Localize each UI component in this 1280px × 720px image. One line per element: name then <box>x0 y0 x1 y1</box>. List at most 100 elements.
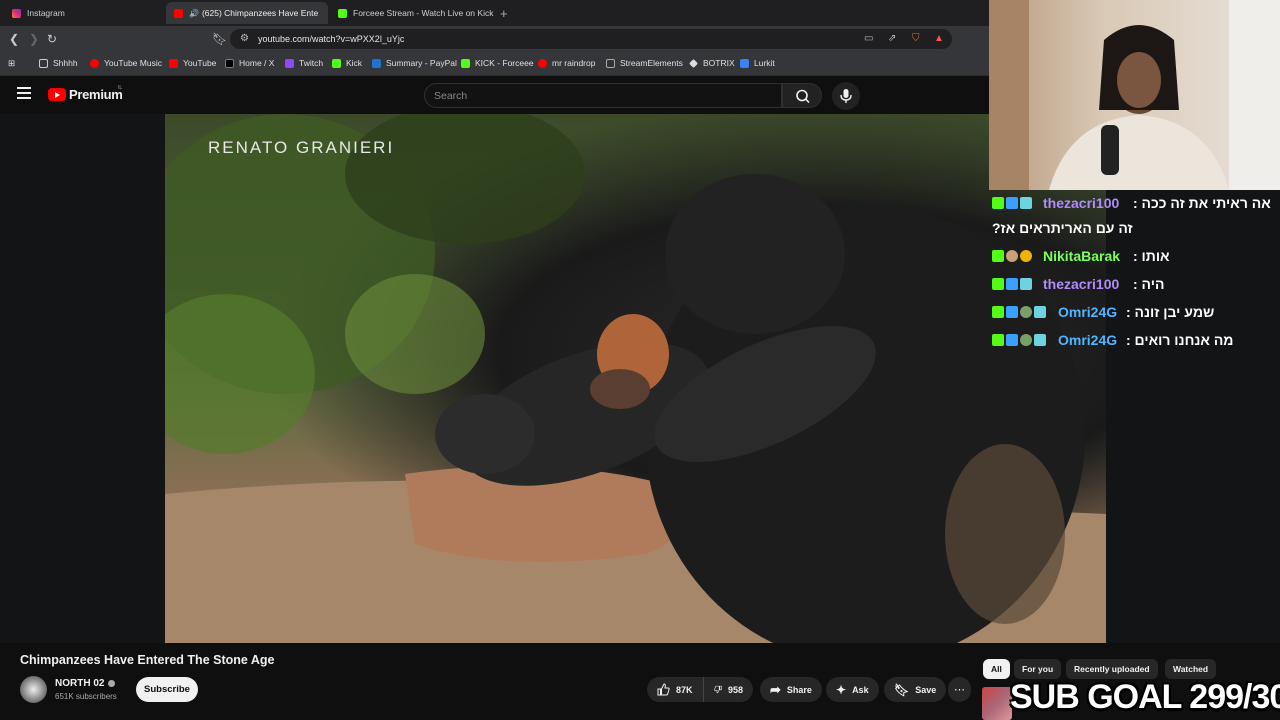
chat-text: שמע יבן זונה : <box>1126 304 1215 320</box>
streamelements-icon <box>606 58 615 68</box>
tab-title: (625) Chimpanzees Have Ente <box>201 8 319 18</box>
thumbs-up-icon <box>657 683 670 696</box>
apps-icon[interactable]: ⊞ <box>8 58 15 69</box>
search-button[interactable] <box>782 83 822 108</box>
like-button[interactable]: 87K <box>647 677 703 702</box>
ask-button[interactable]: ✦ Ask <box>826 677 879 702</box>
channel-avatar[interactable] <box>20 676 47 703</box>
chat-badges <box>992 278 1032 290</box>
bookmark-label: YouTube Music <box>104 58 162 68</box>
share-page-icon[interactable]: ⇗ <box>888 33 896 44</box>
chip-recently-uploaded[interactable]: Recently uploaded <box>1066 659 1158 679</box>
chat-text: היה : <box>1133 276 1165 292</box>
ask-label: Ask <box>852 684 869 695</box>
kick-badge-icon <box>992 306 1004 318</box>
bookmark-label: Home / X <box>239 58 275 68</box>
bookmark-mr-raindrop[interactable]: mr raindrop <box>538 58 595 68</box>
chip-for-you[interactable]: For you <box>1014 659 1062 679</box>
chat-badges <box>992 306 1046 318</box>
tab-instagram[interactable]: Instagram <box>4 2 164 24</box>
tab-title: Instagram <box>27 8 65 18</box>
bookmark-youtube-music[interactable]: YouTube Music <box>90 58 162 68</box>
moderator-badge-icon <box>1006 334 1018 346</box>
chat-username: Omri24G <box>1058 332 1118 348</box>
brave-shield-icon[interactable]: ⛉ <box>912 33 920 44</box>
emoji-badge-icon <box>1006 250 1018 262</box>
instagram-icon <box>12 8 21 18</box>
share-label: Share <box>786 684 812 695</box>
chat-text: זה עם האריתראים אז? <box>992 220 1133 236</box>
bookmark-x[interactable]: Home / X <box>225 58 274 68</box>
chat-username: thezacri100 <box>1043 276 1120 292</box>
search-box[interactable] <box>424 83 782 108</box>
kick-badge-icon <box>992 197 1004 209</box>
dislike-button[interactable]: 958 <box>703 677 753 702</box>
kick-icon <box>332 58 341 68</box>
video-title: Chimpanzees Have Entered The Stone Age <box>20 653 275 667</box>
bookmark-label: mr raindrop <box>552 58 596 68</box>
chat-message: Omri24G שמע יבן זונה : <box>990 301 1275 329</box>
video-player[interactable]: RENATO GRANIERI <box>165 114 1106 643</box>
stream-chat-overlay: thezacri100 אה ראיתי את זה ככה : זה עם ה… <box>990 192 1275 357</box>
logo-text: Premium <box>69 87 123 102</box>
cast-icon[interactable]: ▭ <box>864 33 873 44</box>
bookmark-page-icon[interactable]: 🔖︎ <box>212 32 227 46</box>
bookmark-youtube[interactable]: YouTube <box>169 58 216 68</box>
menu-icon[interactable] <box>17 87 31 99</box>
chip-all[interactable]: All <box>983 659 1010 679</box>
gold-badge-icon <box>1020 250 1032 262</box>
botrix-icon <box>689 58 698 68</box>
bookmarks-bar: ⊞ Shhhh YouTube Music YouTube Home / X T… <box>0 52 990 76</box>
x-icon <box>225 58 234 68</box>
chat-username: NikitaBarak <box>1043 248 1121 264</box>
subscriber-badge-icon <box>1034 334 1046 346</box>
sub-goal-overlay: SUB GOAL 299/300 <box>1010 678 1280 716</box>
search-input[interactable] <box>425 84 781 107</box>
more-actions-button[interactable]: ⋯ <box>948 677 971 702</box>
save-button[interactable]: 🔖︎ Save <box>884 677 947 702</box>
browser-toolbar: ❮ ❯ ↻ 🔖︎ ⚙︎ youtube.com/watch?v=wPXX2l_u… <box>0 26 990 52</box>
save-label: Save <box>915 684 937 695</box>
new-tab-button[interactable]: + <box>500 6 508 21</box>
voice-search-button[interactable] <box>832 82 860 110</box>
bookmark-shhhh[interactable]: Shhhh <box>39 58 78 68</box>
folder-icon <box>39 58 48 68</box>
bookmark-kick-forceee[interactable]: KICK - Forceee <box>461 58 534 68</box>
chat-message: thezacri100 אה ראיתי את זה ככה : <box>990 192 1275 220</box>
address-bar[interactable]: ⚙︎ youtube.com/watch?v=wPXX2l_uYjc ▭ ⇗ ⛉… <box>230 29 952 49</box>
youtube-play-icon <box>48 88 66 101</box>
subscriber-badge-icon <box>1034 306 1046 318</box>
url-text: youtube.com/watch?v=wPXX2l_uYjc <box>258 34 405 44</box>
recommendation-thumbnail[interactable] <box>982 687 1012 720</box>
bookmark-twitch[interactable]: Twitch <box>285 58 323 68</box>
forward-button[interactable]: ❯ <box>29 32 39 46</box>
kick-icon <box>461 58 470 68</box>
microphone-icon <box>840 89 852 103</box>
moderator-badge-icon <box>1006 197 1018 209</box>
tab-kick-stream[interactable]: Forceee Stream - Watch Live on Kick <box>330 2 495 24</box>
bookmark-label: Summary - PayPal <box>386 58 457 68</box>
bookmark-paypal[interactable]: Summary - PayPal <box>372 58 457 68</box>
share-button[interactable]: ➦ Share <box>760 677 822 702</box>
youtube-premium-logo[interactable]: Premium IL <box>48 85 123 102</box>
webcam-person-image <box>989 0 1280 190</box>
bookmark-label: Lurkit <box>754 58 775 68</box>
subscriber-badge-icon <box>1020 278 1032 290</box>
brave-rewards-icon[interactable]: ▲ <box>934 33 944 44</box>
reload-button[interactable]: ↻ <box>47 32 57 46</box>
bookmark-kick[interactable]: Kick <box>332 58 362 68</box>
paypal-icon <box>372 58 381 68</box>
back-button[interactable]: ❮ <box>9 32 19 46</box>
bookmark-botrix[interactable]: BOTRIX <box>689 58 735 68</box>
bookmark-streamelements[interactable]: StreamElements <box>606 58 683 68</box>
youtube-music-icon <box>90 58 99 68</box>
channel-name[interactable]: NORTH 02 <box>55 678 104 689</box>
chat-username: thezacri100 <box>1043 195 1120 211</box>
dislike-count: 958 <box>727 684 743 695</box>
bookmark-lurkit[interactable]: Lurkit <box>740 58 775 68</box>
tab-youtube-video[interactable]: 🔊 (625) Chimpanzees Have Ente ✕ <box>166 2 328 24</box>
site-settings-icon[interactable]: ⚙︎ <box>240 33 249 44</box>
subscribe-button[interactable]: Subscribe <box>136 677 198 702</box>
youtube-icon <box>538 58 547 68</box>
chip-watched[interactable]: Watched <box>1165 659 1217 679</box>
